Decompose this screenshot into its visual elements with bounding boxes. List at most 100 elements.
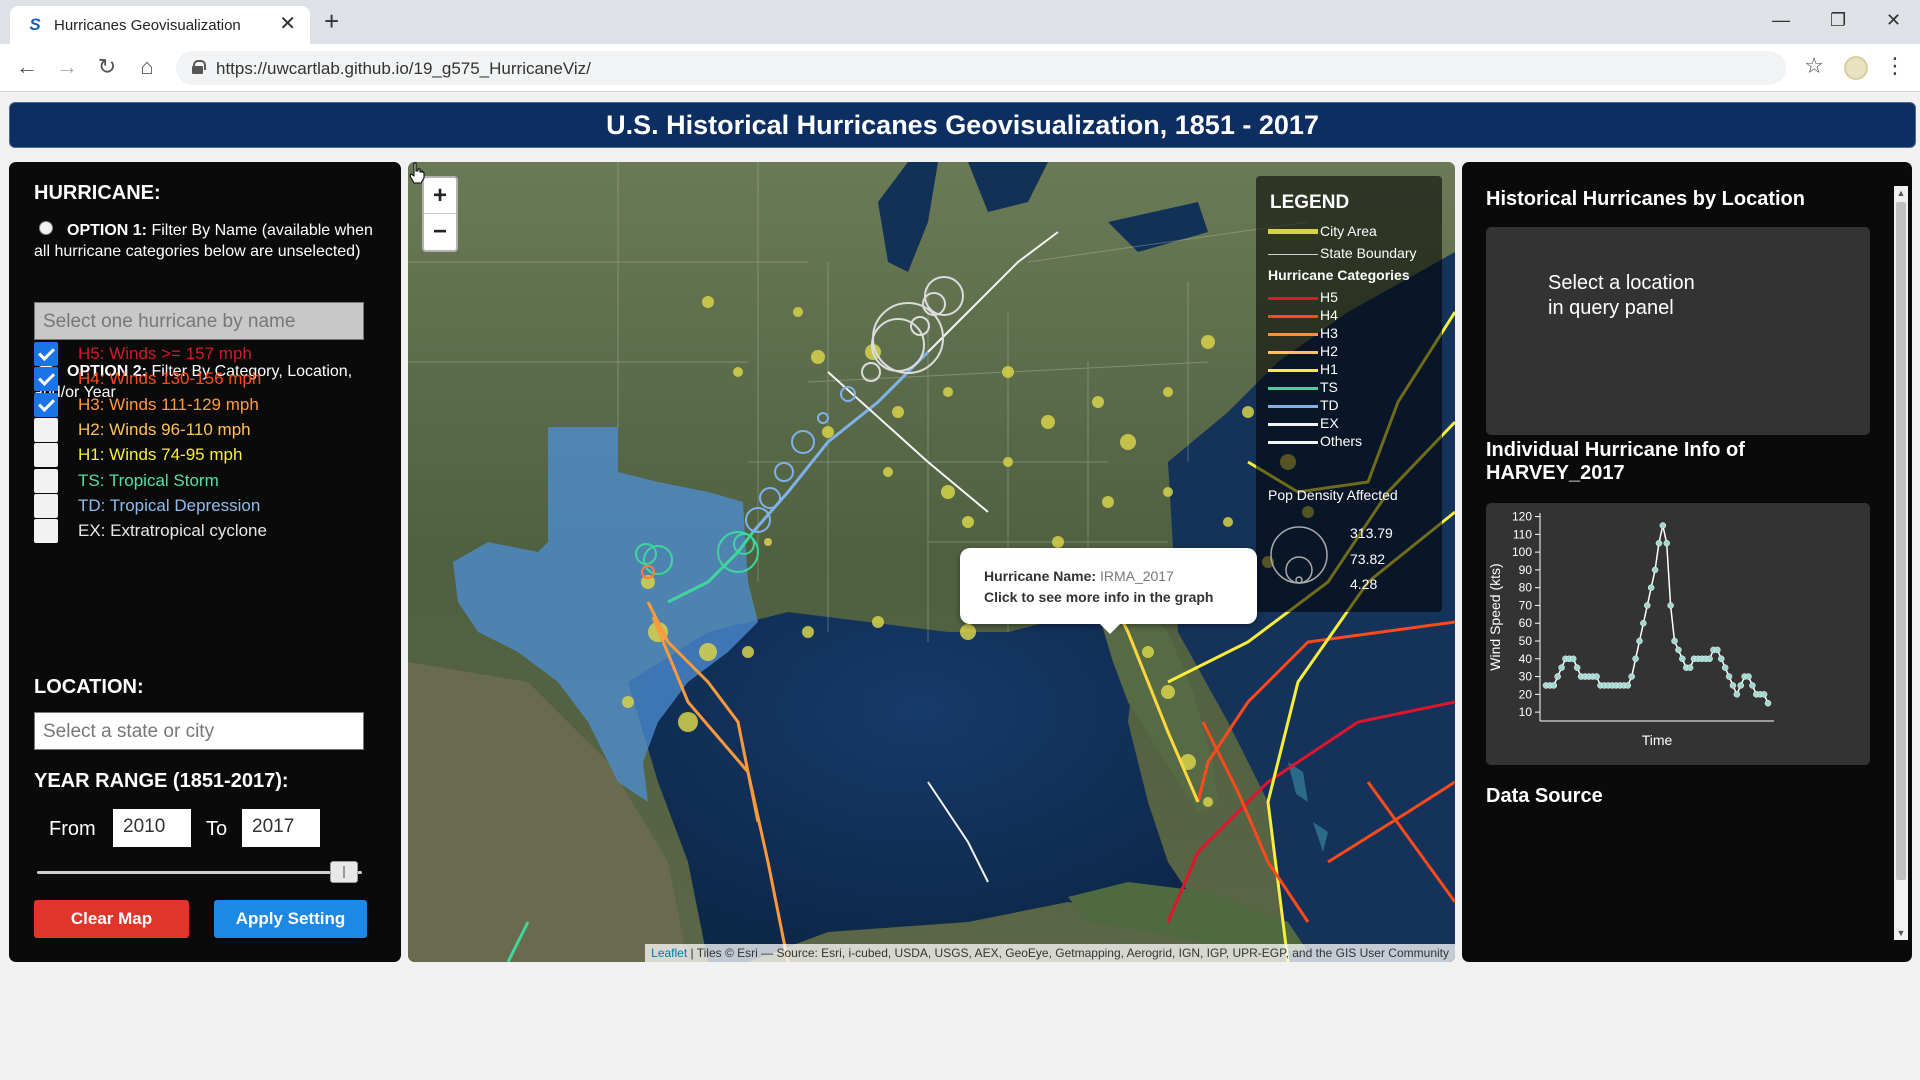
hurricane-popup[interactable]: Hurricane Name: IRMA_2017 Click to see m… bbox=[960, 548, 1257, 634]
legend-pop-density: Pop Density Affected bbox=[1268, 487, 1398, 503]
to-label: To bbox=[206, 818, 228, 840]
wind-speed-point bbox=[1644, 602, 1651, 609]
query-panel: HURRICANE: OPTION 1: Filter By Name (ava… bbox=[9, 162, 401, 962]
wind-speed-chart[interactable]: 10 20 30 40 50 60 70 80 90 100 110 120 Time Wind Spee… bbox=[1486, 503, 1870, 765]
from-year-input[interactable]: 2010 bbox=[113, 809, 191, 847]
wind-speed-point bbox=[1671, 637, 1678, 645]
wind-speed-point bbox=[1659, 522, 1667, 529]
wind-speed-point bbox=[1737, 682, 1744, 689]
x-axis-label: Time bbox=[1642, 732, 1673, 748]
maximize-button[interactable]: ❐ bbox=[1830, 10, 1846, 30]
category-checkbox[interactable] bbox=[34, 367, 58, 392]
category-label: TS: Tropical Storm bbox=[78, 470, 219, 490]
category-label: EX: Extratropical cyclone bbox=[78, 521, 267, 541]
bookmark-star-icon[interactable]: ☆ bbox=[1804, 54, 1824, 78]
category-checkbox[interactable] bbox=[34, 443, 58, 468]
individual-info-title: Individual Hurricane Info of HARVEY_2017 bbox=[1486, 439, 1745, 484]
option1-text: OPTION 1: Filter By Name (available when… bbox=[34, 222, 373, 260]
year-slider-handle[interactable] bbox=[330, 861, 358, 883]
y-tick-label: 90 bbox=[1519, 563, 1533, 577]
location-history-box: Select a location in query panel bbox=[1486, 227, 1870, 435]
legend-swatch bbox=[1268, 405, 1318, 408]
apply-setting-button[interactable]: Apply Setting bbox=[214, 900, 367, 938]
browser-tab-bar: S Hurricanes Geovisualization ✕ + — ❐ ✕ bbox=[0, 0, 1920, 44]
info-panel-scrollbar[interactable]: ▲ ▼ bbox=[1894, 186, 1908, 940]
category-checkbox[interactable] bbox=[34, 417, 58, 442]
to-year-input[interactable]: 2017 bbox=[242, 809, 320, 847]
wind-speed-point bbox=[1632, 655, 1639, 663]
wind-speed-point bbox=[1636, 637, 1643, 645]
from-label: From bbox=[49, 818, 96, 840]
year-slider-track[interactable] bbox=[37, 871, 362, 874]
wind-speed-point bbox=[1593, 673, 1600, 680]
legend-title: LEGEND bbox=[1270, 192, 1350, 213]
wind-speed-point bbox=[1550, 682, 1558, 689]
wind-speed-point bbox=[1714, 646, 1721, 654]
location-heading: LOCATION: bbox=[34, 676, 144, 698]
data-source-title: Data Source bbox=[1486, 785, 1603, 807]
y-axis-label: Wind Speed (kts) bbox=[1487, 563, 1503, 670]
wind-speed-point bbox=[1721, 664, 1729, 671]
scroll-up-icon[interactable]: ▲ bbox=[1894, 186, 1908, 200]
hurricane-name-input[interactable]: Select one hurricane by name bbox=[34, 302, 364, 340]
scroll-down-icon[interactable]: ▼ bbox=[1894, 926, 1908, 940]
y-tick-label: 20 bbox=[1519, 687, 1533, 701]
leaflet-link[interactable]: Leaflet bbox=[651, 946, 687, 960]
location-input[interactable]: Select a state or city bbox=[34, 712, 364, 750]
pop-value-high: 313.79 bbox=[1350, 525, 1393, 541]
zoom-control: + − bbox=[422, 176, 458, 252]
page-title: U.S. Historical Hurricanes Geovisualizat… bbox=[9, 102, 1916, 148]
y-tick-label: 40 bbox=[1519, 652, 1533, 666]
wind-speed-point bbox=[1570, 655, 1577, 663]
zoom-out-button[interactable]: − bbox=[424, 214, 456, 250]
popup-hint: Click to see more info in the graph bbox=[984, 589, 1214, 605]
profile-avatar[interactable] bbox=[1844, 56, 1868, 80]
legend-swatch bbox=[1268, 229, 1318, 234]
wind-speed-point bbox=[1651, 566, 1659, 574]
category-label: H2: Winds 96-110 mph bbox=[78, 419, 251, 439]
wind-speed-point bbox=[1663, 539, 1670, 547]
category-label: H3: Winds 111-129 mph bbox=[78, 394, 259, 414]
home-icon[interactable]: ⌂ bbox=[134, 55, 160, 79]
browser-tab[interactable]: S Hurricanes Geovisualization ✕ bbox=[10, 6, 310, 44]
wind-speed-point bbox=[1745, 673, 1752, 680]
window-close-button[interactable]: ✕ bbox=[1886, 10, 1901, 30]
back-arrow-icon[interactable]: ← bbox=[14, 55, 40, 79]
wind-speed-point bbox=[1667, 602, 1674, 609]
wind-speed-point bbox=[1679, 655, 1686, 663]
legend-swatch bbox=[1268, 387, 1318, 390]
wind-speed-chart-box: 10 20 30 40 50 60 70 80 90 100 110 120 Time Wind Spee… bbox=[1486, 503, 1870, 765]
category-checkbox[interactable] bbox=[34, 493, 58, 518]
y-tick-label: 70 bbox=[1519, 598, 1533, 612]
wind-speed-point bbox=[1733, 691, 1741, 698]
legend-categories-title: Hurricane Categories bbox=[1268, 267, 1410, 283]
category-checkbox[interactable] bbox=[34, 342, 58, 366]
tab-close-icon[interactable]: ✕ bbox=[279, 14, 296, 34]
legend-swatch bbox=[1268, 369, 1318, 372]
forward-arrow-icon[interactable]: → bbox=[54, 55, 80, 79]
wind-speed-point bbox=[1675, 646, 1682, 654]
category-checkbox[interactable] bbox=[34, 392, 58, 417]
reload-icon[interactable]: ↻ bbox=[94, 55, 120, 79]
category-label: H1: Winds 74-95 mph bbox=[78, 445, 243, 465]
category-checkbox[interactable] bbox=[34, 519, 58, 544]
y-tick-label: 50 bbox=[1519, 634, 1533, 648]
zoom-in-button[interactable]: + bbox=[424, 178, 456, 214]
clear-map-button[interactable]: Clear Map bbox=[34, 900, 189, 938]
pop-value-mid: 73.82 bbox=[1350, 551, 1386, 567]
browser-menu-icon[interactable]: ⋮ bbox=[1884, 54, 1906, 78]
tab-title: Hurricanes Geovisualization bbox=[54, 17, 241, 34]
category-checkbox[interactable] bbox=[34, 468, 58, 493]
scrollbar-thumb[interactable] bbox=[1896, 202, 1906, 880]
minimize-button[interactable]: — bbox=[1772, 10, 1790, 30]
new-tab-button[interactable]: + bbox=[324, 8, 339, 34]
url-field[interactable]: https://uwcartlab.github.io/19_g575_Hurr… bbox=[176, 51, 1786, 85]
y-tick-label: 80 bbox=[1519, 581, 1533, 595]
info-panel: Historical Hurricanes by Location Select… bbox=[1462, 162, 1912, 962]
pop-value-low: 4.28 bbox=[1350, 576, 1378, 592]
wind-speed-point bbox=[1760, 691, 1768, 698]
location-history-message: Select a location in query panel bbox=[1548, 272, 1695, 319]
hurricane-map[interactable]: + − LEGEND City Area State Boundary Hurr… bbox=[408, 162, 1455, 962]
y-tick-label: 110 bbox=[1513, 527, 1532, 541]
year-range-heading: YEAR RANGE (1851-2017): bbox=[34, 770, 289, 792]
